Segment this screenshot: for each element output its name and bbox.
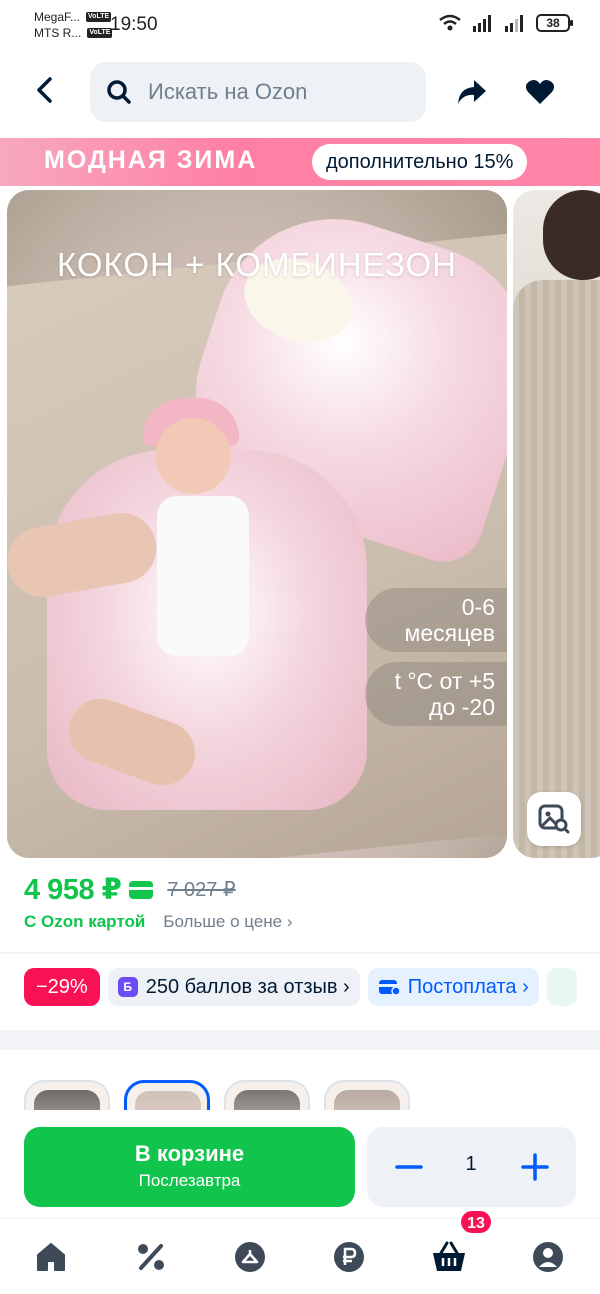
nav-home[interactable]: [33, 1239, 69, 1275]
back-button[interactable]: [26, 72, 62, 108]
nav-finance[interactable]: [331, 1239, 367, 1275]
search-placeholder: Искать на Ozon: [148, 79, 308, 104]
product-photo-next[interactable]: [513, 190, 600, 858]
share-icon: [458, 80, 486, 104]
signal-icon: [473, 15, 491, 32]
more-about-price-link[interactable]: Больше о цене ›: [163, 912, 292, 932]
banner-title: МОДНАЯ ЗИМА: [44, 146, 258, 174]
sweater-shape: [513, 280, 600, 858]
status-icons: 38: [438, 14, 573, 32]
nav-profile[interactable]: [530, 1239, 566, 1275]
old-price: 7 027 ₽: [167, 879, 236, 901]
postpay-label: Постоплата ›: [407, 976, 529, 998]
section-gap: [0, 1030, 600, 1050]
increase-button[interactable]: [517, 1149, 553, 1185]
image-search-icon: [538, 804, 570, 834]
cart-bar: В корзине Послезавтра 1: [0, 1110, 600, 1218]
header: Искать на Ozon: [0, 56, 600, 128]
badges-row: −29% Б 250 баллов за отзыв › Постоплата …: [24, 968, 577, 1006]
price-row[interactable]: 4 958 ₽ 7 027 ₽: [24, 872, 236, 907]
current-price: 4 958 ₽: [24, 874, 122, 906]
banner-discount-pill: дополнительно 15%: [312, 144, 528, 180]
status-bar: MegaF... VoLTE MTS R... VoLTE 19:50 38: [0, 0, 600, 50]
heart-icon: [525, 80, 555, 104]
review-points-label: 250 баллов за отзыв ›: [145, 976, 350, 998]
signal-icon: [505, 15, 523, 32]
nav-catalog[interactable]: [232, 1239, 268, 1275]
bodysuit-shape: [157, 496, 249, 656]
review-points-chip[interactable]: Б 250 баллов за отзыв ›: [107, 968, 360, 1006]
more-chip[interactable]: [546, 968, 577, 1006]
product-gallery[interactable]: КОКОН + КОМБИНЕЗОН 0-6 месяцев t °C от +…: [0, 190, 600, 858]
percent-icon: [138, 1244, 164, 1270]
carrier-2-name: MTS R...: [34, 26, 82, 40]
carrier-1-name: MegaF...: [34, 10, 81, 24]
photo-title: КОКОН + КОМБИНЕЗОН: [56, 246, 458, 283]
quantity-stepper: 1: [367, 1127, 576, 1207]
promo-banner[interactable]: МОДНАЯ ЗИМА дополнительно 15%: [0, 138, 600, 186]
nav-promo[interactable]: [133, 1239, 169, 1275]
points-icon: Б: [117, 977, 138, 997]
carrier-2: MTS R... VoLTE: [34, 25, 113, 41]
quantity-value: 1: [465, 1153, 477, 1175]
ruble-icon: [334, 1242, 364, 1272]
bottom-nav: 13: [0, 1209, 600, 1294]
price-subline: С Ozon картой Больше о цене ›: [24, 912, 293, 932]
profile-icon: [533, 1242, 563, 1272]
cart-icon: [433, 1241, 465, 1271]
cart-count-badge: 13: [459, 1209, 493, 1235]
share-button[interactable]: [452, 72, 492, 112]
plus-icon: [521, 1153, 549, 1181]
in-cart-label: В корзине: [134, 1141, 245, 1166]
discount-badge: −29%: [24, 968, 100, 1006]
favorite-button[interactable]: [520, 72, 560, 112]
nav-cart[interactable]: [431, 1239, 467, 1275]
temperature-tag: t °C от +5 до -20: [365, 662, 507, 726]
battery-icon: 38: [536, 14, 573, 32]
volte-badge: VoLTE: [86, 12, 112, 22]
volte-badge: VoLTE: [87, 28, 113, 38]
product-photo[interactable]: КОКОН + КОМБИНЕЗОН 0-6 месяцев t °C от +…: [7, 190, 507, 858]
carrier-1: MegaF... VoLTE: [34, 9, 112, 25]
home-icon: [37, 1243, 65, 1271]
carriers: MegaF... VoLTE MTS R... VoLTE: [34, 9, 113, 41]
hair-shape: [543, 190, 600, 280]
in-cart-button[interactable]: В корзине Послезавтра: [24, 1127, 355, 1207]
postpay-chip[interactable]: Постоплата ›: [367, 968, 539, 1006]
ozon-card-label: С Ozon картой: [24, 912, 146, 931]
visual-search-button[interactable]: [527, 792, 581, 846]
decrease-button[interactable]: [391, 1149, 427, 1185]
minus-icon: [395, 1165, 423, 1169]
ozon-card-icon: [129, 880, 154, 899]
age-tag: 0-6 месяцев: [365, 588, 507, 652]
wifi-icon: [439, 14, 461, 31]
baby-face-shape: [155, 418, 231, 494]
divider: [0, 952, 600, 954]
wallet-icon: [378, 980, 400, 996]
back-arrow-icon: [37, 77, 52, 103]
search-input[interactable]: Искать на Ozon: [90, 62, 426, 122]
clock: 19:50: [110, 14, 158, 35]
catalog-icon: [235, 1242, 265, 1272]
search-icon: [107, 80, 131, 104]
delivery-date: Послезавтра: [138, 1171, 241, 1190]
